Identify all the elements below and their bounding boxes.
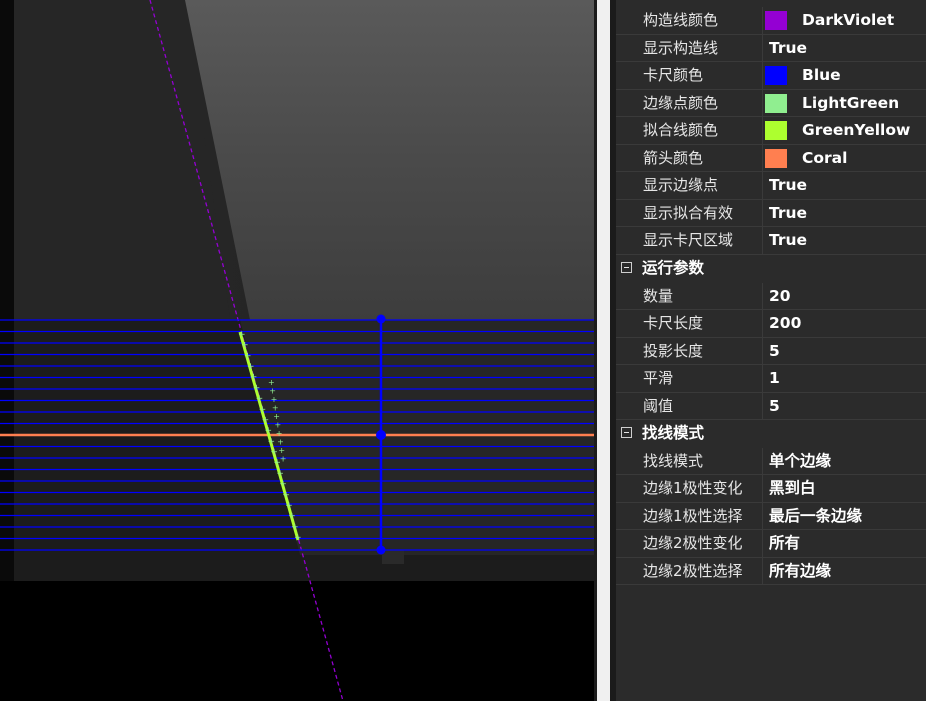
property-row-show-caliper-region[interactable]: 显示卡尺区域 True (616, 227, 926, 255)
property-row-projection-length[interactable]: 投影长度 5 (616, 337, 926, 365)
viewer-canvas[interactable]: ++++++++++++++++++++++++++++++ (0, 0, 594, 701)
property-label: 阈值 (643, 396, 674, 415)
property-label: 投影长度 (643, 341, 704, 360)
property-label: 显示边缘点 (643, 176, 719, 194)
property-value[interactable]: 1 (769, 365, 780, 392)
color-swatch (765, 66, 787, 85)
edge-point: + (265, 426, 273, 436)
property-row-smoothing[interactable]: 平滑 1 (616, 365, 926, 393)
property-value[interactable]: 20 (769, 283, 791, 310)
caliper-handle-top[interactable] (376, 314, 386, 324)
property-value[interactable]: Blue (802, 62, 841, 89)
edge-point: + (267, 437, 275, 447)
edge-point: + (288, 512, 296, 522)
property-grid-empty-area (616, 586, 926, 701)
property-label: 拟合线颜色 (643, 121, 719, 139)
property-value[interactable]: DarkViolet (802, 7, 894, 34)
edge-point: + (250, 373, 258, 383)
category-label: 运行参数 (642, 259, 705, 277)
edge-point: + (244, 351, 252, 361)
property-value[interactable]: 5 (769, 338, 780, 365)
property-label: 平滑 (643, 369, 674, 387)
edge-point: + (294, 533, 302, 543)
property-label: 边缘2极性选择 (643, 561, 743, 580)
property-value[interactable]: 黑到白 (769, 475, 816, 502)
property-label: 显示卡尺区域 (643, 231, 734, 249)
property-row-construct-line-color[interactable]: 构造线颜色 DarkViolet (616, 7, 926, 35)
edge-point: + (262, 415, 270, 425)
property-value[interactable]: 200 (769, 310, 801, 337)
property-label: 卡尺长度 (643, 314, 704, 332)
property-row-edge1-polarity-select[interactable]: 边缘1极性选择 最后一条边缘 (616, 502, 926, 530)
edge-point: + (270, 448, 278, 458)
property-value[interactable]: 所有 (769, 530, 800, 557)
property-label: 显示构造线 (643, 38, 719, 57)
property-value[interactable]: True (769, 172, 807, 199)
edge-point: + (291, 522, 299, 532)
property-row-show-construct-line[interactable]: 显示构造线 True (616, 34, 926, 62)
property-row-line-mode[interactable]: 找线模式 单个边缘 (616, 447, 926, 475)
property-row-edge2-polarity-change[interactable]: 边缘2极性变化 所有 (616, 530, 926, 558)
category-run-params[interactable]: 运行参数 (616, 255, 926, 283)
property-label: 构造线颜色 (643, 11, 719, 29)
edge-point: + (279, 480, 287, 490)
edge-point: + (241, 341, 249, 351)
property-label: 箭头颜色 (643, 148, 704, 167)
category-line-mode[interactable]: 找线模式 (616, 420, 926, 448)
property-row-edge1-polarity-change[interactable]: 边缘1极性变化 黑到白 (616, 475, 926, 503)
caliper-handle-center[interactable] (376, 430, 386, 440)
color-swatch (765, 93, 787, 113)
caliper-handle-bottom[interactable] (376, 545, 386, 555)
edge-point: + (259, 405, 267, 415)
property-value[interactable]: 最后一条边缘 (769, 503, 862, 530)
property-row-fit-line-color[interactable]: 拟合线颜色 GreenYellow (616, 117, 926, 145)
category-display-partial[interactable] (616, 0, 926, 7)
property-grid[interactable]: 构造线颜色 DarkViolet 显示构造线 True 卡尺颜色 Blue 边缘… (616, 0, 926, 701)
edge-point: + (280, 455, 287, 464)
edge-point: + (247, 362, 255, 372)
property-value[interactable]: True (769, 35, 807, 62)
property-label: 边缘点颜色 (643, 93, 719, 112)
property-row-show-fit-valid[interactable]: 显示拟合有效 True (616, 199, 926, 227)
edge-point: + (253, 383, 261, 393)
property-row-show-edge-points[interactable]: 显示边缘点 True (616, 172, 926, 200)
object-region (185, 0, 594, 320)
edge-point: + (285, 501, 293, 511)
collapse-toggle-icon[interactable] (621, 427, 632, 438)
property-label: 数量 (643, 286, 674, 305)
edge-point: + (256, 394, 264, 404)
edge-point: + (238, 330, 246, 340)
property-row-count[interactable]: 数量 20 (616, 282, 926, 310)
property-label: 显示拟合有效 (643, 203, 734, 222)
collapse-toggle-icon[interactable] (621, 262, 632, 273)
category-label: 找线模式 (642, 424, 705, 442)
property-row-caliper-color[interactable]: 卡尺颜色 Blue (616, 62, 926, 90)
property-row-arrow-color[interactable]: 箭头颜色 Coral (616, 144, 926, 172)
property-row-threshold[interactable]: 阈值 5 (616, 392, 926, 420)
property-value[interactable]: LightGreen (802, 90, 899, 117)
color-swatch (765, 148, 787, 168)
property-row-edge2-polarity-select[interactable]: 边缘2极性选择 所有边缘 (616, 557, 926, 585)
edge-point: + (282, 490, 290, 500)
property-value[interactable]: GreenYellow (802, 117, 910, 144)
property-label: 边缘1极性选择 (643, 506, 743, 525)
image-viewer[interactable]: + + + + + + + + + + + + + + + + + + + + + + + + + + + + + + (0, 0, 594, 701)
property-label: 边缘1极性变化 (643, 479, 743, 497)
property-row-caliper-length[interactable]: 卡尺长度 200 (616, 310, 926, 338)
property-label: 找线模式 (643, 451, 704, 470)
property-value[interactable]: 单个边缘 (769, 448, 831, 475)
edge-point: + (276, 469, 284, 479)
color-swatch (765, 11, 787, 30)
color-swatch (765, 121, 787, 140)
property-value[interactable]: 5 (769, 393, 780, 420)
property-label: 边缘2极性变化 (643, 534, 743, 552)
property-value[interactable]: Coral (802, 145, 847, 172)
property-label: 卡尺颜色 (643, 66, 704, 84)
property-value[interactable]: True (769, 200, 807, 227)
panel-splitter[interactable] (594, 0, 616, 701)
property-value[interactable]: 所有边缘 (769, 558, 831, 585)
property-row-edge-point-color[interactable]: 边缘点颜色 LightGreen (616, 89, 926, 117)
property-value[interactable]: True (769, 227, 807, 254)
